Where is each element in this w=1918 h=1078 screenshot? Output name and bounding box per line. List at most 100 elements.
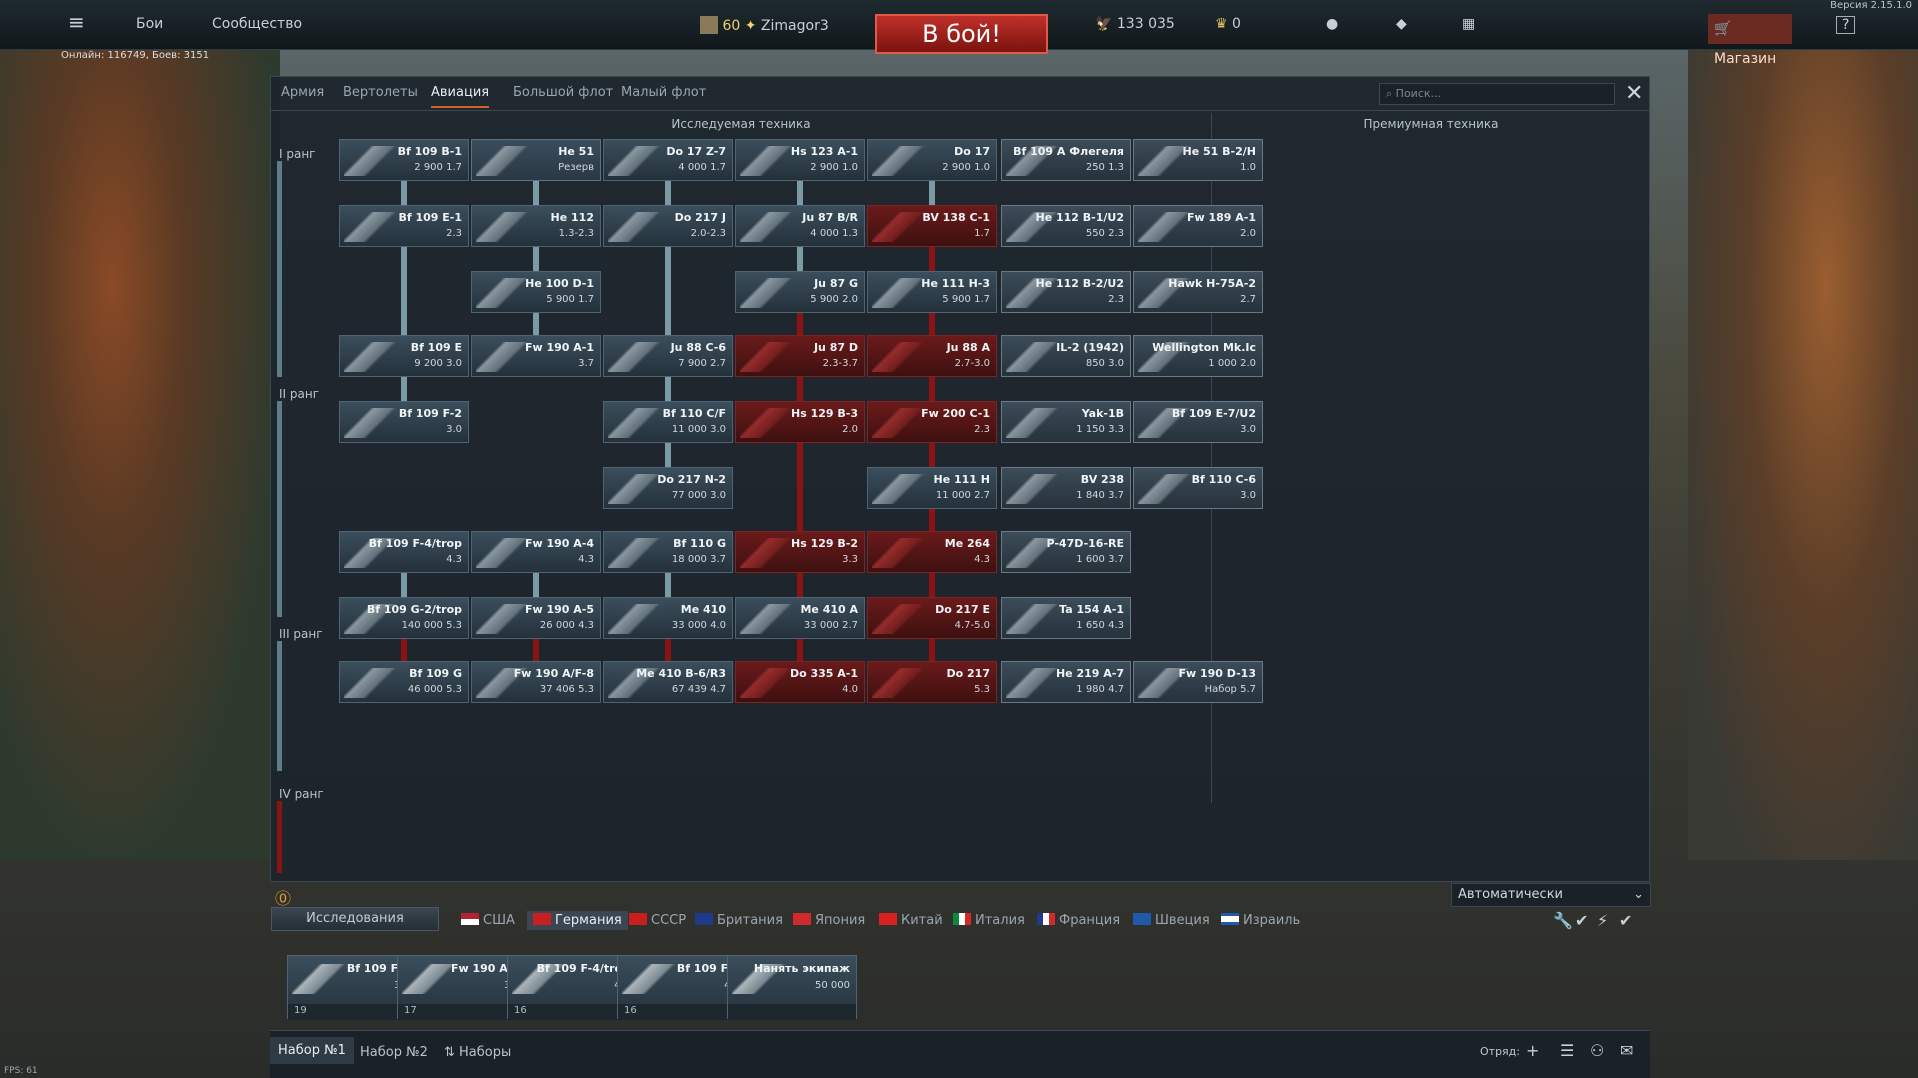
vehicle-do-217-n-2-card[interactable]: Do 217 N-2 77 000 3.0 [603, 467, 733, 509]
vehicle-hs-123-a-1-card[interactable]: Hs 123 A-1 2 900 1.0 [735, 139, 865, 181]
help-button[interactable]: ? [1836, 16, 1856, 34]
vehicle-do-17-z-7-card[interactable]: Do 17 Z-7 4 000 1.7 [603, 139, 733, 181]
vehicle-bf-109-f-2-card[interactable]: Bf 109 F-2 3.0 [339, 401, 469, 443]
vehicle-ju-88-c-6-card[interactable]: Ju 88 C-6 7 900 2.7 [603, 335, 733, 377]
premium-bf-109-e-7-u2-card[interactable]: Bf 109 E-7/U2 3.0 [1133, 401, 1263, 443]
presets-button[interactable]: ⇅ Наборы [444, 1045, 511, 1060]
vehicle-do-217-j-card[interactable]: Do 217 J 2.0-2.3 [603, 205, 733, 247]
coupon-icon[interactable]: ▦ [1462, 16, 1475, 32]
vehicle-bf-109-f-4-trop-card[interactable]: Bf 109 F-4/trop 4.3 [339, 531, 469, 573]
vehicle-bf-110-c-f-card[interactable]: Bf 110 C/F 11 000 3.0 [603, 401, 733, 443]
close-icon[interactable]: ✕ [1625, 81, 1643, 106]
modifications-icon[interactable]: ⚡ [1597, 911, 1608, 930]
shop-button[interactable]: 🛒Магазин [1708, 14, 1792, 67]
vehicle-do-217-e-card[interactable]: Do 217 E 4.7-5.0 [867, 597, 997, 639]
tab-army[interactable]: Армия [281, 85, 324, 100]
nation-france[interactable]: Франция [1037, 913, 1120, 928]
nation-usa[interactable]: США [461, 913, 515, 928]
vehicle-bv-138-c-1-card[interactable]: BV 138 C-1 1.7 [867, 205, 997, 247]
vehicle-he-51-card[interactable]: He 51 Резерв [471, 139, 601, 181]
list-icon[interactable]: ☰ [1560, 1041, 1574, 1060]
battle-button[interactable]: В бой! [875, 14, 1048, 54]
vehicle-me-410-b-6-r3-card[interactable]: Me 410 B-6/R3 67 439 4.7 [603, 661, 733, 703]
crew-auto-select[interactable]: Автоматически ⌄ [1451, 883, 1651, 907]
vehicle-fw-190-a-1-card[interactable]: Fw 190 A-1 3.7 [471, 335, 601, 377]
battles-menu[interactable]: Бои [136, 16, 163, 32]
vehicle-do-17-card[interactable]: Do 17 2 900 1.0 [867, 139, 997, 181]
checkmark-icon[interactable]: ✔ [1619, 911, 1632, 930]
vehicle-he-100-d-1-card[interactable]: He 100 D-1 5 900 1.7 [471, 271, 601, 313]
vehicle-fw-190-a-4-card[interactable]: Fw 190 A-4 4.3 [471, 531, 601, 573]
vehicle-fw-190-a-f-8-card[interactable]: Fw 190 A/F-8 37 406 5.3 [471, 661, 601, 703]
vehicle-ju-87-d-card[interactable]: Ju 87 D 2.3-3.7 [735, 335, 865, 377]
vehicle-name: He 112 B-2/U2 [1035, 277, 1125, 290]
premium-fw-190-d-13-card[interactable]: Fw 190 D-13 Набор 5.7 [1133, 661, 1263, 703]
vehicle-name: BV 138 C-1 [922, 211, 990, 224]
gold-balance: ♛ 0 [1215, 16, 1241, 32]
premium-p-47d-16-re-card[interactable]: P-47D-16-RE 1 600 3.7 [1001, 531, 1131, 573]
premium-he-112-b-1-u2-card[interactable]: He 112 B-1/U2 550 2.3 [1001, 205, 1131, 247]
vehicle-ju-87-g-card[interactable]: Ju 87 G 5 900 2.0 [735, 271, 865, 313]
premium-fw-189-a-1-card[interactable]: Fw 189 A-1 2.0 [1133, 205, 1263, 247]
community-menu[interactable]: Сообщество [212, 16, 302, 32]
tab-coastal-fleet[interactable]: Малый флот [621, 85, 706, 100]
tab-aviation[interactable]: Авиация [431, 85, 490, 108]
vehicle-ju-87-b-r-card[interactable]: Ju 87 B/R 4 000 1.3 [735, 205, 865, 247]
decal-icon[interactable]: ◆ [1396, 16, 1407, 32]
vehicle-do-335-a-1-card[interactable]: Do 335 A-1 4.0 [735, 661, 865, 703]
vehicle-do-217-card[interactable]: Do 217 5.3 [867, 661, 997, 703]
premium-he-219-a-7-card[interactable]: He 219 A-7 1 980 4.7 [1001, 661, 1131, 703]
search-input[interactable]: ⌕ Поиск... [1379, 83, 1615, 105]
premium-yak-1b-card[interactable]: Yak-1B 1 150 3.3 [1001, 401, 1131, 443]
lightbulb-icon[interactable]: ● [1326, 16, 1338, 32]
premium-il-2-1942-card[interactable]: IL-2 (1942) 850 3.0 [1001, 335, 1131, 377]
premium-wellington-mk-ic-card[interactable]: Wellington Mk.Ic 1 000 2.0 [1133, 335, 1263, 377]
preset-2[interactable]: Набор №2 [360, 1045, 428, 1060]
premium-ta-154-a-1-card[interactable]: Ta 154 A-1 1 650 4.3 [1001, 597, 1131, 639]
medal-icon[interactable]: ⓪ [275, 885, 291, 909]
vehicle-name: IL-2 (1942) [1056, 341, 1124, 354]
vehicle-me-410-a-card[interactable]: Me 410 A 33 000 2.7 [735, 597, 865, 639]
vehicle-he-112-card[interactable]: He 112 1.3-2.3 [471, 205, 601, 247]
vehicle-fw-200-c-1-card[interactable]: Fw 200 C-1 2.3 [867, 401, 997, 443]
vehicle-me-264-card[interactable]: Me 264 4.3 [867, 531, 997, 573]
vehicle-hs-129-b-2-card[interactable]: Hs 129 B-2 3.3 [735, 531, 865, 573]
vehicle-hs-129-b-3-card[interactable]: Hs 129 B-3 2.0 [735, 401, 865, 443]
nation-israel[interactable]: Израиль [1221, 913, 1300, 928]
add-squad-icon[interactable]: + [1526, 1041, 1539, 1060]
mail-icon[interactable]: ✉ [1620, 1041, 1633, 1060]
vehicle-bf-110-g-card[interactable]: Bf 110 G 18 000 3.7 [603, 531, 733, 573]
nation-china[interactable]: Китай [879, 913, 943, 928]
nation-britain[interactable]: Британия [695, 913, 783, 928]
premium-he-112-b-2-u2-card[interactable]: He 112 B-2/U2 2.3 [1001, 271, 1131, 313]
premium-bf-110-c-6-card[interactable]: Bf 110 C-6 3.0 [1133, 467, 1263, 509]
repair-icon[interactable]: 🔧 [1553, 911, 1573, 930]
checkmark-icon[interactable]: ✔ [1575, 911, 1588, 930]
premium-bv-238-card[interactable]: BV 238 1 840 3.7 [1001, 467, 1131, 509]
vehicle-bf-109-e-1-card[interactable]: Bf 109 E-1 2.3 [339, 205, 469, 247]
vehicle-fw-190-a-5-card[interactable]: Fw 190 A-5 26 000 4.3 [471, 597, 601, 639]
vehicle-me-410-card[interactable]: Me 410 33 000 4.0 [603, 597, 733, 639]
vehicle-he-111-h-card[interactable]: He 111 H 11 000 2.7 [867, 467, 997, 509]
crew-slot[interactable]: Нанять экипаж 50 000 [727, 955, 857, 1020]
preset-1[interactable]: Набор №1 [270, 1037, 354, 1064]
vehicle-bf-109-g-card[interactable]: Bf 109 G 46 000 5.3 [339, 661, 469, 703]
vehicle-ju-88-a-card[interactable]: Ju 88 A 2.7-3.0 [867, 335, 997, 377]
premium-hawk-h-75a-2-card[interactable]: Hawk H-75A-2 2.7 [1133, 271, 1263, 313]
tab-helicopters[interactable]: Вертолеты [343, 85, 418, 100]
menu-icon[interactable]: ≡ [68, 10, 85, 34]
nation-germany[interactable]: Германия [527, 911, 628, 930]
friends-icon[interactable]: ⚇ [1590, 1041, 1604, 1060]
nation-sweden[interactable]: Швеция [1133, 913, 1210, 928]
nation-japan[interactable]: Япония [793, 913, 865, 928]
vehicle-he-111-h-3-card[interactable]: He 111 H-3 5 900 1.7 [867, 271, 997, 313]
premium-bf-109-a-флегеля-card[interactable]: Bf 109 A Флегеля 250 1.3 [1001, 139, 1131, 181]
research-dropdown[interactable]: Исследования [271, 907, 439, 931]
nation-ussr[interactable]: СССР [629, 913, 686, 928]
premium-he-51-b-2-h-card[interactable]: He 51 B-2/H 1.0 [1133, 139, 1263, 181]
vehicle-bf-109-b-1-card[interactable]: Bf 109 B-1 2 900 1.7 [339, 139, 469, 181]
vehicle-bf-109-e-card[interactable]: Bf 109 E 9 200 3.0 [339, 335, 469, 377]
tab-bluewater-fleet[interactable]: Большой флот [513, 85, 613, 100]
nation-italy[interactable]: Италия [953, 913, 1025, 928]
vehicle-bf-109-g-2-trop-card[interactable]: Bf 109 G-2/trop 140 000 5.3 [339, 597, 469, 639]
